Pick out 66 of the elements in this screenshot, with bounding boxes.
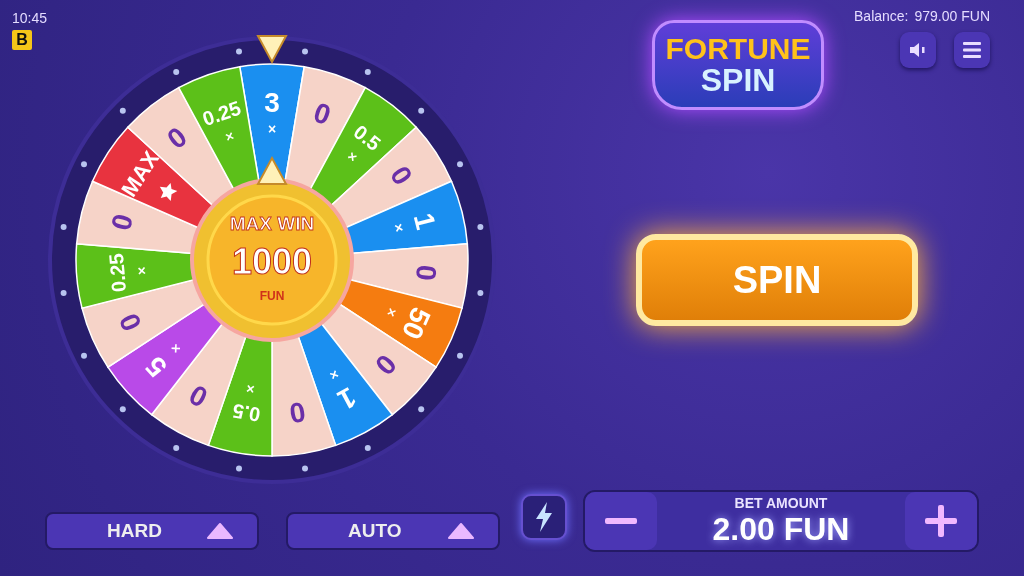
sound-button[interactable]	[900, 32, 936, 68]
bet-amount-value: 2.00 FUN	[712, 510, 850, 548]
plus-icon	[925, 505, 957, 537]
segment-multiplier: 3	[264, 87, 280, 118]
increase-bet-button[interactable]	[905, 492, 977, 550]
segment-value: 0	[184, 378, 213, 414]
rim-light	[60, 290, 67, 296]
rim-light	[418, 406, 425, 413]
segment-value: 0	[161, 121, 193, 156]
rim-light	[364, 445, 371, 451]
menu-button[interactable]	[954, 32, 990, 68]
max-win-title: MAX WIN	[229, 213, 315, 234]
rim-light	[236, 465, 242, 472]
segment-multiplier: 0.25	[104, 252, 131, 294]
multiplier-sign: ×	[344, 147, 361, 166]
rim-light	[119, 107, 126, 114]
segment-value: 0	[384, 160, 419, 191]
rim-light	[457, 352, 463, 359]
segment-value: 0	[105, 210, 140, 234]
difficulty-dropdown[interactable]: HARD	[45, 512, 259, 550]
lightning-icon	[534, 502, 554, 532]
multiplier-sign: ×	[390, 221, 408, 234]
logo-text: FORTUNE	[665, 34, 811, 64]
pointer-icon	[256, 35, 288, 65]
rim-light	[477, 290, 484, 296]
menu-icon	[963, 42, 981, 58]
speaker-icon	[909, 43, 927, 57]
max-win-amount: 1000	[231, 241, 313, 282]
caret-icon	[448, 523, 474, 539]
hub-pointer-icon	[256, 155, 288, 185]
rim-light	[81, 352, 87, 359]
rim-light	[236, 48, 242, 55]
decrease-bet-button[interactable]	[585, 492, 657, 550]
turbo-button[interactable]	[521, 494, 567, 540]
clock-time: 10:45	[12, 10, 48, 26]
caret-icon	[207, 523, 233, 539]
rim-light	[477, 224, 484, 230]
max-win-currency: FUN	[259, 289, 285, 303]
segment-value: 0	[287, 395, 308, 429]
rim-light	[173, 69, 180, 75]
multiplier-sign: ×	[245, 380, 256, 398]
rim-light	[457, 161, 463, 168]
rim-light	[60, 224, 67, 230]
balance-value: 979.00 FUN	[914, 8, 990, 24]
segment-multiplier: 1	[407, 210, 442, 233]
multiplier-sign: ×	[133, 266, 150, 276]
minus-icon	[605, 518, 637, 524]
segment-value: 0	[369, 348, 403, 381]
segment-multiplier: 0.5	[230, 399, 262, 426]
star-icon	[159, 183, 178, 202]
auto-dropdown[interactable]: AUTO	[286, 512, 500, 550]
rim-light	[302, 48, 308, 55]
rim-light	[173, 445, 180, 451]
rim-light	[81, 161, 87, 168]
brand-badge: B	[12, 30, 32, 50]
rim-light	[119, 406, 126, 413]
bet-amount-label: BET AMOUNT	[734, 494, 828, 511]
segment-value: 0	[113, 308, 148, 336]
segment-value: 0	[309, 96, 335, 132]
segment-value: 0	[409, 263, 443, 282]
balance-label: Balance:	[854, 8, 909, 24]
rim-light	[418, 107, 425, 114]
multiplier-sign: ×	[267, 121, 277, 137]
logo-text: SPIN	[700, 64, 776, 96]
rim-light	[302, 465, 308, 472]
rim-light	[364, 69, 371, 75]
